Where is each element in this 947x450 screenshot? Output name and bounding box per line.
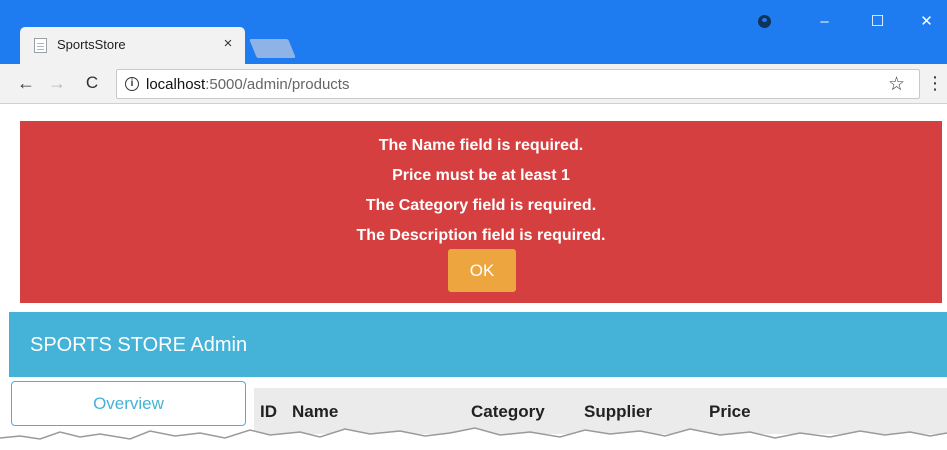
url-host: localhost xyxy=(146,76,206,93)
page-title: SPORTS STORE Admin xyxy=(30,334,248,356)
error-message: The Category field is required. xyxy=(365,197,597,214)
close-window-button[interactable]: ✕ xyxy=(899,0,947,44)
minimize-button[interactable]: – xyxy=(797,0,852,44)
address-bar[interactable]: i localhost:5000/admin/products ☆ xyxy=(116,69,920,99)
url-text[interactable]: localhost:5000/admin/products xyxy=(146,76,349,93)
browser-title-bar: SportsStore × – ☐ ✕ xyxy=(0,0,947,64)
admin-header: SPORTS STORE Admin xyxy=(9,312,947,377)
url-path: :5000/admin/products xyxy=(205,76,350,93)
error-message: Price must be at least 1 xyxy=(392,167,570,184)
column-header-id: ID xyxy=(260,402,277,421)
column-header-category: Category xyxy=(471,402,545,421)
bookmark-star-icon[interactable]: ☆ xyxy=(888,73,905,96)
browser-menu-icon[interactable]: ⋮ xyxy=(926,72,944,94)
site-info-icon[interactable]: i xyxy=(125,77,139,91)
back-arrow-icon[interactable]: ← xyxy=(15,72,37,94)
new-tab-button[interactable] xyxy=(249,39,296,58)
torn-edge-decoration xyxy=(0,427,947,450)
maximize-button[interactable]: ☐ xyxy=(850,0,905,44)
browser-tab[interactable]: SportsStore × xyxy=(20,27,245,64)
column-header-supplier: Supplier xyxy=(584,402,653,421)
column-header-price: Price xyxy=(709,402,751,421)
forward-arrow-icon[interactable]: → xyxy=(46,72,68,94)
error-message: The Name field is required. xyxy=(378,137,584,154)
user-profile-icon[interactable] xyxy=(758,15,771,28)
tab-title: SportsStore xyxy=(57,37,126,52)
tab-close-icon[interactable]: × xyxy=(219,34,237,54)
browser-toolbar: ← → C i localhost:5000/admin/products ☆ … xyxy=(0,64,947,104)
validation-error-alert: The Name field is required. Price must b… xyxy=(20,121,942,303)
reload-icon[interactable]: C xyxy=(81,72,103,94)
page-favicon-icon xyxy=(34,38,47,53)
column-header-name: Name xyxy=(292,402,339,421)
ok-button[interactable]: OK xyxy=(448,249,516,292)
error-message: The Description field is required. xyxy=(356,227,606,244)
